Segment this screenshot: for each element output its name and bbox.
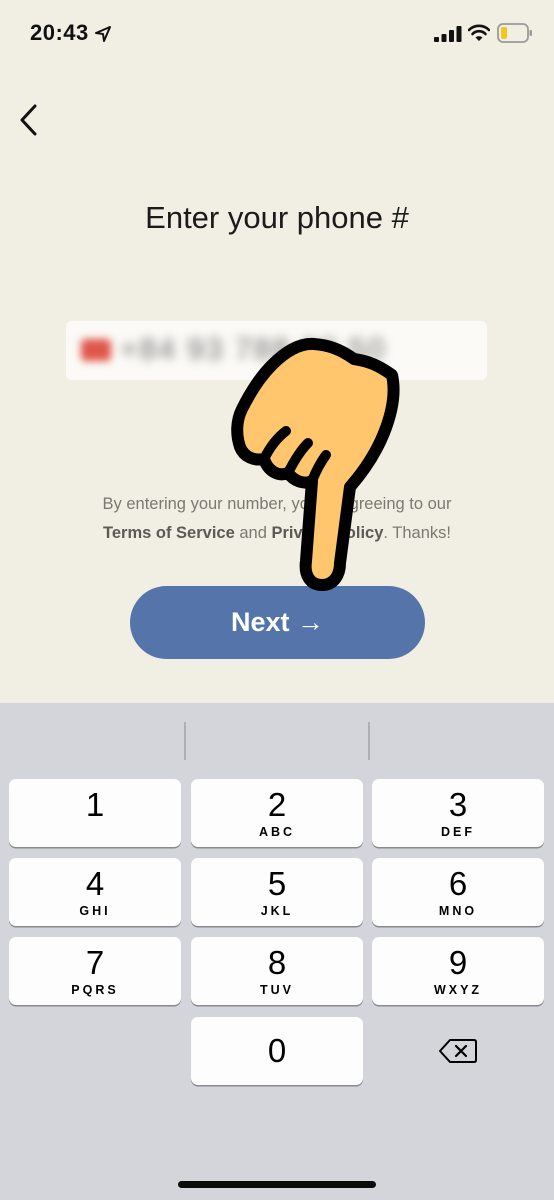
- key-9[interactable]: 9 WXYZ: [372, 937, 544, 1005]
- key-digit: 1: [85, 786, 105, 823]
- delete-key[interactable]: [372, 1017, 544, 1085]
- terms-suffix: . Thanks!: [383, 524, 451, 542]
- key-digit: 4: [85, 865, 105, 902]
- terms-prefix: By entering your number, you're agreeing…: [102, 495, 452, 513]
- key-letters: GHI: [79, 904, 111, 918]
- key-digit: 5: [267, 865, 287, 902]
- key-5[interactable]: 5 JKL: [191, 858, 363, 926]
- key-digit: 8: [267, 944, 287, 981]
- phone-number-value: +84 93 788 93 50: [120, 333, 387, 366]
- numeric-keyboard: 1 2 ABC 3 DEF 4 GHI 5 JKL 6 MNO 7 PQRS 8…: [0, 703, 554, 1200]
- terms-notice: By entering your number, you're agreeing…: [0, 490, 554, 548]
- chevron-left-icon: [20, 104, 37, 136]
- battery-low-icon: [497, 23, 532, 43]
- key-digit: 0: [267, 1032, 287, 1069]
- key-letters: DEF: [441, 825, 475, 839]
- keyboard-divider: [184, 722, 186, 760]
- key-letters: PQRS: [71, 983, 119, 997]
- page-title: Enter your phone #: [145, 200, 409, 235]
- home-indicator[interactable]: [178, 1181, 376, 1188]
- status-bar: 20:43: [0, 0, 554, 70]
- status-time: 20:43: [30, 20, 89, 45]
- phone-input[interactable]: +84 93 788 93 50: [66, 321, 487, 380]
- key-digit: 7: [85, 944, 105, 981]
- cellular-signal-icon: [434, 26, 462, 42]
- back-button[interactable]: [8, 100, 48, 140]
- key-letters: WXYZ: [433, 983, 483, 997]
- key-6[interactable]: 6 MNO: [372, 858, 544, 926]
- key-0[interactable]: 0: [191, 1017, 363, 1085]
- key-digit: 2: [267, 786, 287, 823]
- country-flag-icon[interactable]: [81, 339, 111, 361]
- key-digit: 6: [448, 865, 468, 902]
- key-1[interactable]: 1: [9, 779, 181, 847]
- key-8[interactable]: 8 TUV: [191, 937, 363, 1005]
- key-letters: JKL: [260, 904, 294, 918]
- wifi-icon: [468, 24, 490, 41]
- privacy-policy-link[interactable]: Privacy Policy: [271, 524, 383, 542]
- key-letters: ABC: [258, 825, 296, 839]
- backspace-icon: [439, 1039, 477, 1063]
- terms-of-service-link[interactable]: Terms of Service: [103, 524, 235, 542]
- key-digit: 9: [448, 944, 468, 981]
- terms-middle: and: [239, 524, 267, 542]
- keyboard-divider: [368, 722, 370, 760]
- key-letters: TUV: [260, 983, 294, 997]
- key-4[interactable]: 4 GHI: [9, 858, 181, 926]
- location-arrow-icon: [95, 26, 111, 42]
- key-letters: MNO: [438, 904, 478, 918]
- key-digit: 3: [448, 786, 468, 823]
- key-2[interactable]: 2 ABC: [191, 779, 363, 847]
- key-3[interactable]: 3 DEF: [372, 779, 544, 847]
- next-button[interactable]: Next →: [130, 586, 425, 659]
- key-7[interactable]: 7 PQRS: [9, 937, 181, 1005]
